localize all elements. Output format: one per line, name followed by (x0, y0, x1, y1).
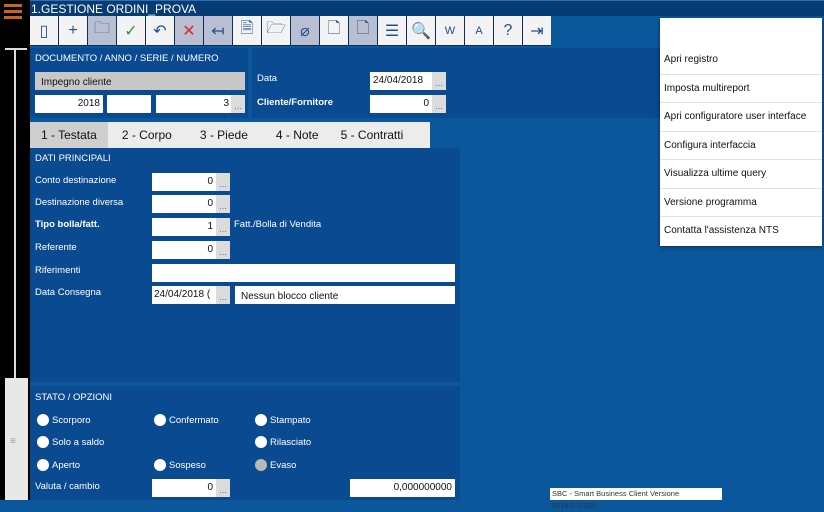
menu-item-configuratore-ui[interactable]: Apri configuratore user interface (660, 103, 822, 132)
conto-lookup-button[interactable]: ... (216, 173, 230, 191)
status-bar: SBC - Smart Business Client Versione 201… (550, 488, 722, 510)
toolbar: ▯ + 🗀 ✓ ↶ ✕ ↤ 🗎 🗁 ⌀ 🗋 🗋 ☰ 🔍 W A ? ⇥ (30, 16, 551, 46)
document-new-icon[interactable]: 🗎 (233, 16, 261, 45)
tipo-label: Tipo bolla/fatt. (35, 219, 100, 230)
referente-lookup-button[interactable]: ... (216, 241, 230, 259)
conto-field[interactable]: 0 (152, 173, 216, 191)
menu-item-configura-interfaccia[interactable]: Configura interfaccia (660, 132, 822, 160)
numero-lookup-button[interactable]: ... (231, 95, 245, 113)
divider (5, 48, 27, 50)
consegna-field[interactable]: 24/04/2018 ( (152, 286, 216, 304)
side-drawer-handle[interactable] (5, 378, 28, 500)
riferimenti-field[interactable] (152, 264, 455, 282)
stato-heading: STATO / OPZIONI (35, 392, 113, 403)
documento-panel: DOCUMENTO / ANNO / SERIE / NUMERO Impegn… (30, 48, 248, 118)
document-icon[interactable]: 🗋 (320, 16, 348, 45)
cliente-lookup-button[interactable]: ... (432, 95, 446, 113)
evaso-radio: Evaso (255, 459, 296, 471)
data-label: Data (257, 73, 278, 84)
revert-icon[interactable]: ↤ (204, 16, 232, 45)
serie-field[interactable] (107, 95, 151, 113)
tab-note[interactable]: 4 - Note (262, 122, 333, 148)
cliente-field[interactable]: 0 (370, 95, 432, 113)
delete-icon[interactable]: ✕ (175, 16, 203, 45)
list-icon[interactable]: ☰ (378, 16, 406, 45)
folder-open-icon[interactable]: 🗀 (88, 16, 116, 45)
sospeso-radio[interactable]: Sospeso (154, 459, 206, 471)
hamburger-menu-icon[interactable] (4, 4, 22, 22)
rilasciato-radio[interactable]: Rilasciato (255, 436, 311, 448)
destinazione-field[interactable]: 0 (152, 195, 216, 213)
menu-item-imposta-multireport[interactable]: Imposta multireport (660, 75, 822, 103)
menu-item-versione[interactable]: Versione programma (660, 189, 822, 217)
solo-a-saldo-radio[interactable]: Solo a saldo (37, 436, 104, 448)
documento-heading: DOCUMENTO / ANNO / SERIE / NUMERO (35, 53, 219, 64)
conto-label: Conto destinazione (35, 175, 117, 186)
tab-corpo[interactable]: 2 - Corpo (108, 122, 186, 148)
check-icon[interactable]: ✓ (117, 16, 145, 45)
menu-item-apri-registro[interactable]: Apri registro (660, 46, 822, 75)
undo-icon[interactable]: ↶ (146, 16, 174, 45)
word-icon[interactable]: W (436, 16, 464, 45)
stato-opzioni-panel: STATO / OPZIONI Scorporo Confermato Stam… (30, 386, 460, 500)
valuta-label: Valuta / cambio (35, 481, 100, 492)
tab-bar: 1 - Testata 2 - Corpo 3 - Piede 4 - Note… (30, 122, 430, 148)
divider (14, 50, 16, 380)
numero-field[interactable]: 3 (156, 95, 232, 113)
dati-heading: DATI PRINCIPALI (35, 153, 111, 164)
dati-principali-panel: DATI PRINCIPALI Conto destinazione 0 ...… (30, 148, 460, 382)
confermato-radio[interactable]: Confermato (154, 414, 219, 426)
cambio-field[interactable]: 0,000000000 (350, 479, 455, 497)
attach-icon[interactable]: ⌀ (291, 16, 319, 45)
window-title: 1.GESTIONE ORDINI_PROVA (30, 0, 824, 16)
riferimenti-label: Riferimenti (35, 265, 81, 276)
tipo-lookup-button[interactable]: ... (216, 218, 230, 236)
destinazione-lookup-button[interactable]: ... (216, 195, 230, 213)
grip-icon[interactable]: ≡ (10, 437, 22, 452)
scorporo-radio[interactable]: Scorporo (37, 414, 91, 426)
consegna-label: Data Consegna (35, 287, 102, 298)
data-lookup-button[interactable]: ... (432, 72, 446, 90)
tipo-documento-select[interactable]: Impegno cliente (35, 72, 245, 90)
panel-icon[interactable]: ▯ (30, 16, 58, 45)
header-panel: Data 24/04/2018 ... Cliente/Fornitore 0 … (252, 48, 662, 118)
referente-label: Referente (35, 242, 77, 253)
tab-contratti[interactable]: 5 - Contratti (333, 122, 412, 148)
pdf-icon[interactable]: A (465, 16, 493, 45)
destinazione-label: Destinazione diversa (35, 197, 124, 208)
document-alt-icon[interactable]: 🗋 (349, 16, 377, 45)
consegna-lookup-button[interactable]: ... (216, 286, 230, 304)
context-menu: Apri registro Imposta multireport Apri c… (660, 18, 822, 246)
valuta-field[interactable]: 0 (152, 479, 216, 497)
menu-item-assistenza[interactable]: Contatta l'assistenza NTS (660, 217, 822, 246)
data-field[interactable]: 24/04/2018 (370, 72, 432, 90)
referente-field[interactable]: 0 (152, 241, 216, 259)
exit-icon[interactable]: ⇥ (523, 16, 551, 45)
aperto-radio[interactable]: Aperto (37, 459, 80, 471)
anno-field[interactable]: 2018 (35, 95, 103, 113)
blocco-select[interactable]: Nessun blocco cliente (235, 286, 455, 304)
preview-icon[interactable]: 🔍 (407, 16, 435, 45)
folder-add-icon[interactable]: 🗁 (262, 16, 290, 45)
menu-item-ultime-query[interactable]: Visualizza ultime query (660, 160, 822, 189)
tab-testata[interactable]: 1 - Testata (30, 122, 108, 148)
plus-icon[interactable]: + (59, 16, 87, 45)
tipo-description: Fatt./Bolla di Vendita (234, 219, 322, 230)
help-icon[interactable]: ? (494, 16, 522, 45)
tipo-field[interactable]: 1 (152, 218, 216, 236)
stampato-radio[interactable]: Stampato (255, 414, 311, 426)
valuta-lookup-button[interactable]: ... (216, 479, 230, 497)
cliente-label: Cliente/Fornitore (257, 97, 334, 108)
tab-piede[interactable]: 3 - Piede (186, 122, 262, 148)
